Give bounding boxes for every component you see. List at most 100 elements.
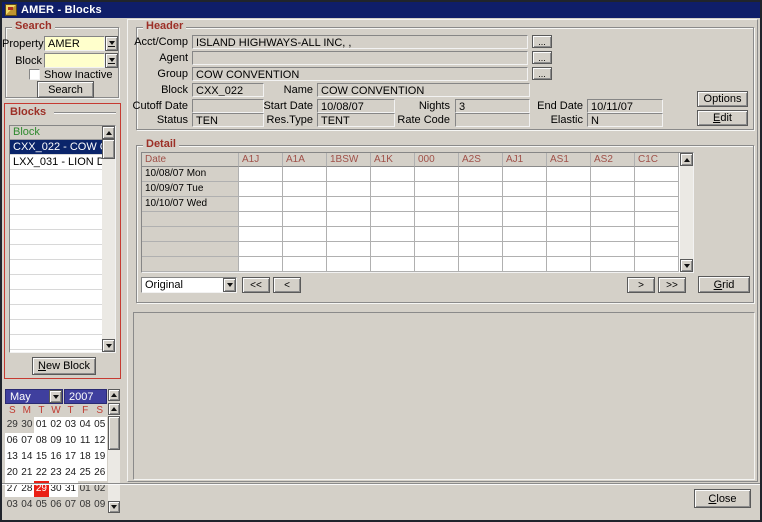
detail-data-cell[interactable] [635,167,679,182]
detail-data-cell[interactable] [591,182,635,197]
detail-data-cell[interactable] [415,167,459,182]
calendar-day[interactable]: 06 [49,497,64,513]
detail-data-cell[interactable] [635,197,679,212]
start-date-field[interactable]: 10/08/07 [317,99,395,113]
calendar-day[interactable]: 22 [34,465,49,481]
calendar-day[interactable]: 21 [20,465,35,481]
detail-data-cell[interactable] [371,167,415,182]
detail-data-cell[interactable] [327,227,371,242]
block-list-item[interactable] [10,335,103,350]
detail-data-cell[interactable] [635,242,679,257]
property-dropdown-button[interactable] [105,36,118,51]
block-list-item[interactable] [10,200,103,215]
detail-data-cell[interactable] [239,242,283,257]
detail-data-cell[interactable] [283,257,327,272]
calendar-day[interactable]: 20 [5,465,20,481]
detail-table-scrollbar[interactable] [680,153,693,272]
detail-data-cell[interactable] [371,182,415,197]
calendar-day[interactable]: 19 [92,449,107,465]
name-field[interactable]: COW CONVENTION [317,83,530,97]
calendar-day[interactable]: 26 [92,465,107,481]
calendar-year-spin-up-button[interactable] [108,389,120,401]
calendar-day[interactable]: 14 [20,449,35,465]
cutoff-date-field[interactable] [192,99,264,113]
detail-data-cell[interactable] [459,167,503,182]
detail-data-cell[interactable] [547,257,591,272]
detail-data-cell[interactable] [503,197,547,212]
acct-comp-field[interactable]: ISLAND HIGHWAYS-ALL INC, , [192,35,528,49]
detail-data-cell[interactable] [547,227,591,242]
block-list-item[interactable] [10,275,103,290]
calendar-day[interactable]: 01 [34,417,49,433]
calendar-day[interactable]: 03 [5,497,20,513]
detail-data-cell[interactable] [239,167,283,182]
detail-data-cell[interactable] [459,212,503,227]
block-dropdown-button[interactable] [105,53,118,68]
acct-comp-browse-button[interactable]: ... [532,35,552,48]
scroll-up-button[interactable] [108,403,120,415]
block-list-item[interactable] [10,185,103,200]
status-field[interactable]: TEN [192,113,264,127]
calendar-day[interactable]: 29 [5,417,20,433]
detail-data-cell[interactable] [327,182,371,197]
calendar-day[interactable]: 30 [20,417,35,433]
detail-data-cell[interactable] [547,242,591,257]
detail-data-cell[interactable] [459,182,503,197]
title-bar[interactable]: AMER - Blocks [2,2,760,18]
detail-data-cell[interactable] [371,242,415,257]
detail-data-cell[interactable] [283,212,327,227]
detail-data-cell[interactable] [415,182,459,197]
detail-data-cell[interactable] [415,227,459,242]
block-list-item[interactable]: CXX_022 - COW CONVEN [10,140,103,155]
detail-data-cell[interactable] [415,257,459,272]
block-list-item[interactable] [10,260,103,275]
end-date-field[interactable]: 10/11/07 [587,99,663,113]
detail-data-cell[interactable] [327,167,371,182]
detail-data-cell[interactable] [371,212,415,227]
calendar-day[interactable]: 08 [78,497,93,513]
detail-data-cell[interactable] [591,212,635,227]
detail-data-cell[interactable] [635,227,679,242]
block-list-item[interactable]: LXX_031 - LION DO [10,155,103,170]
block-field[interactable]: CXX_022 [192,83,264,97]
detail-data-cell[interactable] [591,257,635,272]
calendar-day[interactable]: 05 [34,497,49,513]
detail-data-cell[interactable] [239,182,283,197]
edit-button[interactable]: Edit [697,110,748,126]
detail-data-cell[interactable] [591,242,635,257]
res-type-field[interactable]: TENT [317,113,395,127]
group-browse-button[interactable]: ... [532,67,552,80]
block-list-item[interactable] [10,230,103,245]
detail-data-cell[interactable] [283,182,327,197]
detail-data-cell[interactable] [547,167,591,182]
block-list-item[interactable] [10,320,103,335]
prev-page-button[interactable]: < [273,277,301,293]
scrollbar-thumb[interactable] [108,416,120,450]
calendar-day[interactable]: 10 [63,433,78,449]
options-button[interactable]: Options [697,91,748,107]
detail-data-cell[interactable] [415,212,459,227]
scroll-down-button[interactable] [680,259,693,272]
calendar-day[interactable]: 17 [63,449,78,465]
block-list-item[interactable] [10,215,103,230]
calendar-day[interactable]: 15 [34,449,49,465]
calendar-day[interactable]: 05 [92,417,107,433]
detail-data-cell[interactable] [503,212,547,227]
detail-data-cell[interactable] [503,182,547,197]
rate-code-field[interactable] [455,113,530,127]
agent-field[interactable] [192,51,528,65]
block-list-item[interactable] [10,305,103,320]
next-page-button[interactable]: > [627,277,655,293]
group-field[interactable]: COW CONVENTION [192,67,528,81]
calendar-day[interactable]: 04 [20,497,35,513]
detail-data-cell[interactable] [547,197,591,212]
detail-data-cell[interactable] [283,227,327,242]
detail-data-cell[interactable] [591,197,635,212]
first-page-button[interactable]: << [242,277,270,293]
show-inactive-checkbox[interactable] [29,69,40,80]
detail-data-cell[interactable] [327,212,371,227]
detail-data-cell[interactable] [371,197,415,212]
block-search-input[interactable] [44,53,105,68]
calendar-day[interactable]: 08 [34,433,49,449]
calendar-day[interactable]: 12 [92,433,107,449]
